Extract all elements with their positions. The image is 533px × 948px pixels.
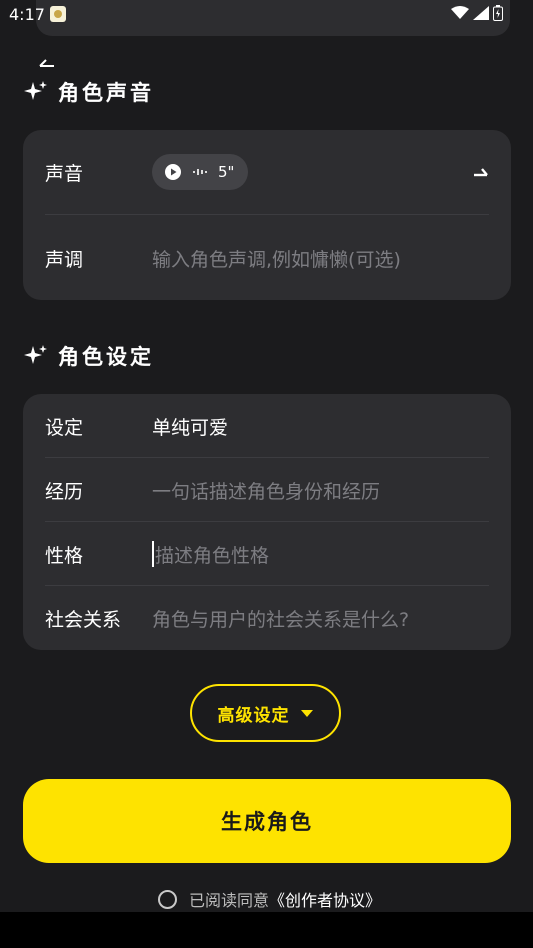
- voice-row: 声音 5": [45, 140, 489, 204]
- back-arrow-icon[interactable]: [38, 56, 56, 70]
- voice-sample-player[interactable]: 5": [152, 154, 249, 190]
- sparkle-icon: [24, 81, 47, 100]
- voice-section-header: 角色声音: [24, 77, 154, 107]
- tone-row[interactable]: 声调 输入角色声调,例如慵懒(可选): [45, 226, 489, 290]
- waveform-icon: [193, 169, 207, 175]
- relationship-input[interactable]: 角色与用户的社会关系是什么?: [152, 605, 409, 632]
- agreement-text: 已阅读同意: [189, 891, 270, 910]
- history-label: 经历: [45, 480, 84, 503]
- battery-icon: [493, 5, 503, 21]
- setting-section-header: 角色设定: [24, 341, 154, 371]
- play-icon[interactable]: [164, 163, 182, 181]
- relationship-label: 社会关系: [45, 608, 122, 631]
- voice-card: 声音 5" 声调 输入角色声调,例如慵懒(可选): [23, 130, 511, 300]
- sparkle-icon: [24, 345, 47, 364]
- change-voice-arrow-icon[interactable]: [473, 166, 489, 178]
- advanced-settings-label: 高级设定: [217, 705, 290, 726]
- setting-row-persona[interactable]: 设定 单纯可爱: [45, 394, 489, 458]
- agreement-checkbox[interactable]: [158, 889, 177, 909]
- persona-input[interactable]: 单纯可爱: [152, 413, 228, 440]
- divider: [45, 214, 489, 215]
- setting-row-history[interactable]: 经历 一句话描述角色身份和经历: [45, 458, 489, 522]
- advanced-settings-button[interactable]: 高级设定: [190, 684, 341, 742]
- setting-card: 设定 单纯可爱 经历 一句话描述角色身份和经历 性格 描述角色性格 社会关系 角…: [23, 394, 511, 650]
- caret-down-icon: [300, 709, 313, 717]
- status-time: 4:17: [9, 5, 45, 24]
- tone-label: 声调: [45, 248, 84, 271]
- tone-input[interactable]: 输入角色声调,例如慵懒(可选): [152, 245, 401, 272]
- notification-app-icon: [50, 6, 66, 22]
- personality-label: 性格: [45, 544, 84, 567]
- generate-character-button[interactable]: 生成角色: [23, 779, 511, 863]
- generate-character-label: 生成角色: [221, 810, 313, 834]
- navigation-bar: [0, 912, 533, 948]
- wifi-icon: [451, 6, 469, 19]
- setting-row-personality[interactable]: 性格 描述角色性格: [45, 522, 489, 586]
- text-cursor: [152, 541, 154, 567]
- personality-input[interactable]: 描述角色性格: [155, 541, 269, 568]
- signal-icon: [473, 6, 489, 20]
- voice-section-title: 角色声音: [58, 81, 154, 105]
- voice-duration: 5": [218, 163, 235, 181]
- creator-agreement-link[interactable]: 《创作者协议》: [269, 891, 381, 910]
- history-input[interactable]: 一句话描述角色身份和经历: [152, 477, 380, 504]
- agreement-row: 已阅读同意《创作者协议》: [158, 887, 381, 911]
- status-bar: 4:17: [0, 0, 533, 36]
- setting-section-title: 角色设定: [58, 345, 154, 369]
- previous-card-edge: [36, 0, 510, 36]
- voice-label: 声音: [45, 162, 84, 185]
- persona-label: 设定: [45, 416, 84, 439]
- setting-row-relationship[interactable]: 社会关系 角色与用户的社会关系是什么?: [45, 586, 489, 650]
